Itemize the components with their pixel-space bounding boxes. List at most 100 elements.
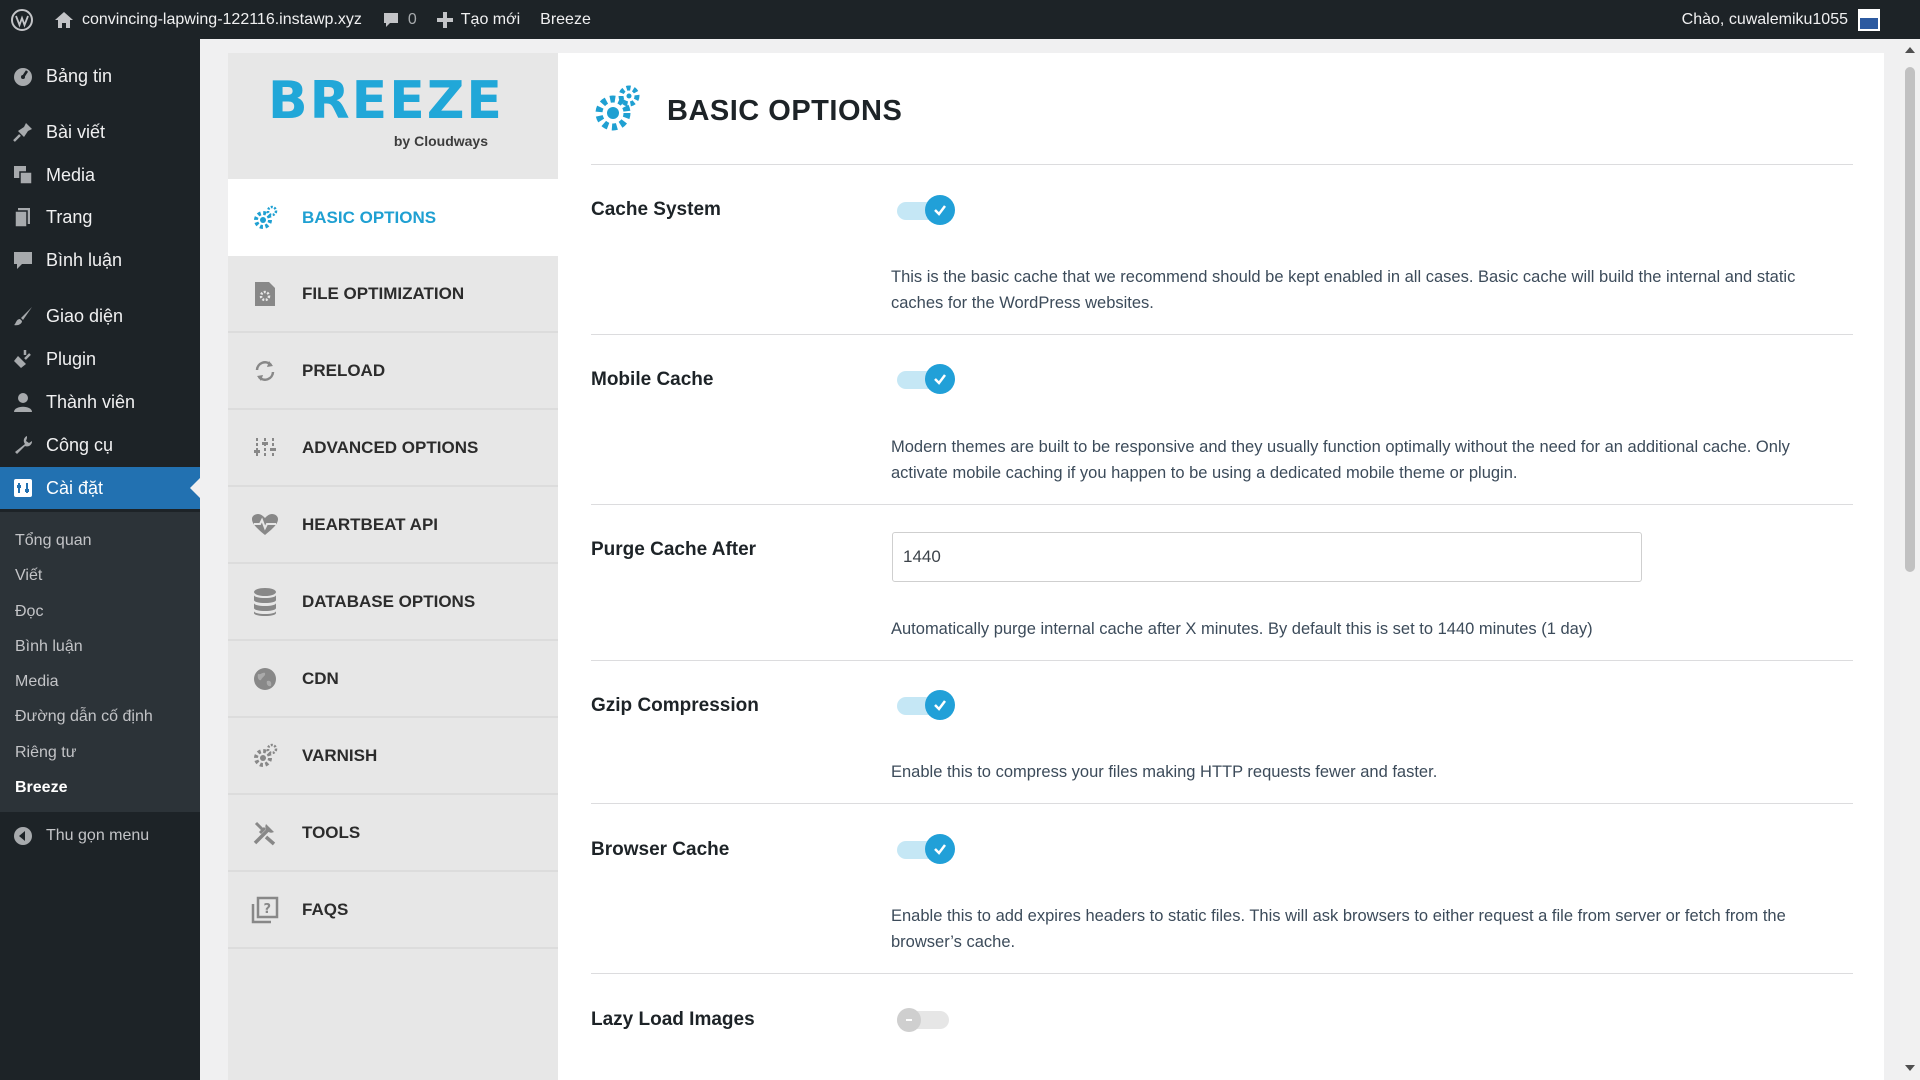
tab-label: DATABASE OPTIONS xyxy=(302,591,476,611)
divider xyxy=(591,973,1853,974)
purge-cache-after-input[interactable] xyxy=(892,532,1642,582)
refresh-icon xyxy=(228,358,302,384)
submenu-discussion[interactable]: Bình luận xyxy=(15,638,83,656)
site-name-link[interactable]: convincing-lapwing-122116.instawp.xyz xyxy=(44,0,372,39)
gear-icon xyxy=(228,743,302,769)
tab-heartbeat-api[interactable]: HEARTBEAT API xyxy=(228,487,558,564)
sliders-icon xyxy=(228,435,302,461)
checkmark-icon xyxy=(925,834,955,864)
menu-item-plugins[interactable]: Plugin xyxy=(0,338,200,380)
divider xyxy=(591,164,1853,165)
menu-label: Bình luận xyxy=(46,249,123,270)
submenu-general[interactable]: Tổng quan xyxy=(15,532,92,550)
checkmark-icon xyxy=(925,690,955,720)
pin-icon xyxy=(0,121,46,143)
menu-item-users[interactable]: Thành viên xyxy=(0,381,200,423)
menu-item-settings[interactable]: Cài đặt xyxy=(0,467,200,509)
scrollbar-thumb[interactable] xyxy=(1905,67,1915,572)
menu-item-posts[interactable]: Bài viết xyxy=(0,111,200,153)
browser-cache-toggle[interactable] xyxy=(897,834,955,864)
mobile-cache-description: Modern themes are built to be responsive… xyxy=(891,438,1790,482)
plugin-icon xyxy=(0,348,46,370)
tab-preload[interactable]: PRELOAD xyxy=(228,333,558,410)
scroll-up-arrow-icon[interactable] xyxy=(1905,47,1915,53)
mobile-cache-toggle[interactable] xyxy=(897,364,955,394)
tab-varnish[interactable]: VARNISH xyxy=(228,718,558,795)
cache-system-label: Cache System xyxy=(591,199,721,220)
menu-label: Bài viết xyxy=(46,121,106,142)
breeze-logo: BREEZE by Cloudways xyxy=(268,71,518,151)
cache-system-description: This is the basic cache that we recommen… xyxy=(891,268,1796,312)
gzip-compression-label: Gzip Compression xyxy=(591,695,759,716)
menu-item-dashboard[interactable]: Bảng tin xyxy=(0,55,200,97)
submenu-media[interactable]: Media xyxy=(15,673,59,691)
menu-label: Cài đặt xyxy=(46,477,104,498)
collapse-menu-button[interactable]: Thu gọn menu xyxy=(0,817,200,855)
collapse-label: Thu gọn menu xyxy=(46,827,150,844)
basic-options-panel: BASIC OPTIONS Cache System This is the b… xyxy=(558,53,1884,1080)
cache-system-toggle[interactable] xyxy=(897,195,955,225)
tab-basic-options[interactable]: BASIC OPTIONS xyxy=(228,179,558,256)
svg-text:?: ? xyxy=(264,902,272,917)
page-scrollbar[interactable] xyxy=(1900,39,1920,1080)
comment-icon xyxy=(0,249,46,271)
comments-link[interactable]: 0 xyxy=(372,0,427,39)
lazy-load-images-toggle[interactable] xyxy=(897,1004,955,1034)
wordpress-logo-icon[interactable] xyxy=(0,0,44,39)
tab-cdn[interactable]: CDN xyxy=(228,641,558,718)
divider xyxy=(591,803,1853,804)
gzip-compression-description: Enable this to compress your files makin… xyxy=(891,763,1438,781)
brush-icon xyxy=(0,305,46,327)
home-icon xyxy=(54,11,74,29)
new-content-link[interactable]: Tạo mới xyxy=(427,0,530,39)
breeze-settings-nav: BREEZE by Cloudways BASIC OPTIONS FILE O… xyxy=(228,53,558,1080)
browser-cache-label: Browser Cache xyxy=(591,839,730,860)
menu-item-comments[interactable]: Bình luận xyxy=(0,239,200,281)
submenu-breeze[interactable]: Breeze xyxy=(15,779,67,797)
menu-item-appearance[interactable]: Giao diện xyxy=(0,295,200,337)
menu-label: Thành viên xyxy=(46,391,136,412)
menu-item-tools[interactable]: Công cụ xyxy=(0,424,200,466)
page-title: BASIC OPTIONS xyxy=(667,95,903,127)
menu-item-pages[interactable]: Trang xyxy=(0,196,200,238)
checkmark-icon xyxy=(925,364,955,394)
divider xyxy=(591,334,1853,335)
tab-faqs[interactable]: ? FAQS xyxy=(228,872,558,949)
comment-bubble-icon xyxy=(382,11,400,29)
tab-file-optimization[interactable]: FILE OPTIMIZATION xyxy=(228,256,558,333)
page-icon xyxy=(0,206,46,228)
submenu-writing[interactable]: Viết xyxy=(15,567,42,585)
submenu-permalinks[interactable]: Đường dẫn cố định xyxy=(15,708,153,726)
breeze-logo-text: BREEZE xyxy=(268,71,504,131)
gear-icon xyxy=(228,205,302,231)
tab-label: VARNISH xyxy=(302,745,378,765)
avatar xyxy=(1858,8,1880,31)
menu-label: Trang xyxy=(46,206,93,227)
wrench-icon xyxy=(0,434,46,456)
menu-item-media[interactable]: Media xyxy=(0,154,200,196)
globe-icon xyxy=(228,666,302,692)
site-name: convincing-lapwing-122116.instawp.xyz xyxy=(82,10,362,28)
admin-bar: convincing-lapwing-122116.instawp.xyz 0 … xyxy=(0,0,1920,39)
tab-tools[interactable]: TOOLS xyxy=(228,795,558,872)
my-account[interactable]: Chào, cuwalemiku1055 xyxy=(1682,0,1880,39)
menu-label: Media xyxy=(46,164,96,185)
dashboard-icon xyxy=(0,65,46,87)
tab-advanced-options[interactable]: ADVANCED OPTIONS xyxy=(228,410,558,487)
breeze-adminbar-link[interactable]: Breeze xyxy=(530,0,601,39)
tab-database-options[interactable]: DATABASE OPTIONS xyxy=(228,564,558,641)
scroll-down-arrow-icon[interactable] xyxy=(1905,1065,1915,1071)
tab-label: ADVANCED OPTIONS xyxy=(302,437,479,457)
settings-submenu: Tổng quan Viết Đọc Bình luận Media Đường… xyxy=(0,512,200,812)
tab-label: TOOLS xyxy=(302,822,361,842)
submenu-privacy[interactable]: Riêng tư xyxy=(15,744,76,762)
purge-cache-after-label: Purge Cache After xyxy=(591,539,757,560)
lazy-load-images-label: Lazy Load Images xyxy=(591,1009,755,1030)
gzip-compression-toggle[interactable] xyxy=(897,690,955,720)
page-header: BASIC OPTIONS xyxy=(591,83,902,140)
menu-label: Bảng tin xyxy=(46,65,113,86)
new-label: Tạo mới xyxy=(460,10,521,28)
browser-cache-description: Enable this to add expires headers to st… xyxy=(891,907,1786,951)
submenu-reading[interactable]: Đọc xyxy=(15,603,43,621)
purge-cache-after-description: Automatically purge internal cache after… xyxy=(891,620,1593,638)
